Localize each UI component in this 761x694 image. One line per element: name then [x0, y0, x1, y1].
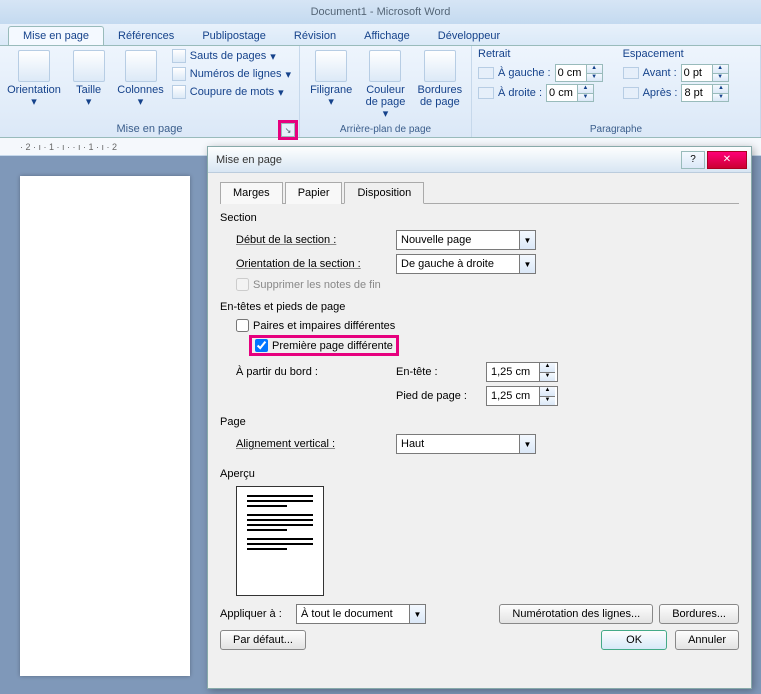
- hyphenation-icon: [172, 85, 186, 99]
- filigrane-button[interactable]: Filigrane▾: [306, 48, 356, 110]
- ribbon-tabs: Mise en page Références Publipostage Rév…: [0, 24, 761, 46]
- orientation-icon: [18, 50, 50, 82]
- debut-section-combo[interactable]: Nouvelle page▼: [396, 230, 536, 250]
- apartir-label: À partir du bord :: [236, 366, 396, 378]
- tab-papier[interactable]: Papier: [285, 182, 343, 204]
- app-titlebar: Document1 - Microsoft Word: [0, 0, 761, 24]
- coupure-button[interactable]: Coupure de mots ▾: [170, 84, 293, 100]
- page-borders-icon: [424, 50, 456, 82]
- chevron-down-icon[interactable]: ▼: [409, 605, 425, 623]
- colonnes-button[interactable]: Colonnes▾: [115, 48, 165, 110]
- orientation-section-label: Orientation de la section :: [236, 258, 396, 270]
- page-heading: Page: [220, 416, 739, 428]
- sauts-button[interactable]: Sauts de pages ▾: [170, 48, 293, 64]
- space-before-icon: [623, 67, 639, 79]
- numerotation-button[interactable]: Numérotation des lignes...: [499, 604, 653, 624]
- section-heading: Section: [220, 212, 739, 224]
- appliquer-combo[interactable]: À tout le document▼: [296, 604, 426, 624]
- retrait-heading: Retrait: [478, 48, 603, 60]
- pied-label: Pied de page :: [396, 390, 486, 402]
- numeros-button[interactable]: Numéros de lignes ▾: [170, 66, 293, 82]
- line-numbers-icon: [172, 67, 186, 81]
- tab-marges[interactable]: Marges: [220, 182, 283, 204]
- group-label-arriere-plan: Arrière-plan de page: [306, 122, 465, 137]
- bordures-button[interactable]: Bordures...: [659, 604, 739, 624]
- dialog-titlebar[interactable]: Mise en page ? ✕: [208, 147, 751, 173]
- page-color-icon: [369, 50, 401, 82]
- espacement-heading: Espacement: [623, 48, 730, 60]
- breaks-icon: [172, 49, 186, 63]
- taille-button[interactable]: Taille▾: [66, 48, 111, 110]
- premiere-page-checkbox[interactable]: [255, 339, 268, 352]
- par-defaut-button[interactable]: Par défaut...: [220, 630, 306, 650]
- annuler-button[interactable]: Annuler: [675, 630, 739, 650]
- tab-revision[interactable]: Révision: [280, 27, 350, 45]
- tab-publipostage[interactable]: Publipostage: [188, 27, 280, 45]
- orientation-section-combo[interactable]: De gauche à droite▼: [396, 254, 536, 274]
- space-after-icon: [623, 87, 639, 99]
- indent-right-spin[interactable]: ▲▼: [546, 84, 594, 102]
- tab-references[interactable]: Références: [104, 27, 188, 45]
- ok-button[interactable]: OK: [601, 630, 667, 650]
- supprimer-notes-checkbox: [236, 278, 249, 291]
- appliquer-label: Appliquer à :: [220, 608, 296, 620]
- dialog-title: Mise en page: [216, 154, 679, 166]
- couleur-page-button[interactable]: Couleur de page▾: [360, 48, 410, 122]
- group-label-mise-en-page: Mise en page ↘: [6, 121, 293, 137]
- alignement-combo[interactable]: Haut▼: [396, 434, 536, 454]
- indent-left-spin[interactable]: ▲▼: [555, 64, 603, 82]
- columns-icon: [125, 50, 157, 82]
- alignement-label: Alignement vertical :: [236, 438, 396, 450]
- group-arriere-plan: Filigrane▾ Couleur de page▾ Bordures de …: [300, 46, 472, 137]
- app-title: Document1 - Microsoft Word: [311, 6, 451, 18]
- chevron-down-icon[interactable]: ▼: [519, 231, 535, 249]
- debut-section-label: Début de la section :: [236, 234, 396, 246]
- entete-spin[interactable]: ▲▼: [486, 362, 558, 382]
- orientation-button[interactable]: Orientation▾: [6, 48, 62, 110]
- bordures-page-button[interactable]: Bordures de page: [415, 48, 465, 110]
- group-mise-en-page: Orientation▾ Taille▾ Colonnes▾ Sauts de …: [0, 46, 300, 137]
- chevron-down-icon[interactable]: ▼: [519, 435, 535, 453]
- space-before-spin[interactable]: ▲▼: [681, 64, 729, 82]
- paires-impaires-checkbox[interactable]: [236, 319, 249, 332]
- entete-label: En-tête :: [396, 366, 486, 378]
- tab-developpeur[interactable]: Développeur: [424, 27, 514, 45]
- close-button[interactable]: ✕: [707, 151, 747, 169]
- indent-right-icon: [478, 87, 494, 99]
- help-button[interactable]: ?: [681, 151, 705, 169]
- tab-affichage[interactable]: Affichage: [350, 27, 424, 45]
- document-page[interactable]: [20, 176, 190, 676]
- entetes-heading: En-têtes et pieds de page: [220, 301, 739, 313]
- group-paragraphe: Retrait À gauche : ▲▼ À droite : ▲▼ Espa…: [472, 46, 761, 137]
- apercu-heading: Aperçu: [220, 468, 739, 480]
- tab-mise-en-page[interactable]: Mise en page: [8, 26, 104, 45]
- ribbon: Orientation▾ Taille▾ Colonnes▾ Sauts de …: [0, 46, 761, 138]
- watermark-icon: [315, 50, 347, 82]
- page-setup-dialog: Mise en page ? ✕ Marges Papier Dispositi…: [207, 146, 752, 689]
- page-setup-launcher[interactable]: ↘: [281, 123, 295, 137]
- tab-disposition[interactable]: Disposition: [344, 182, 424, 204]
- pied-spin[interactable]: ▲▼: [486, 386, 558, 406]
- chevron-down-icon[interactable]: ▼: [519, 255, 535, 273]
- indent-left-icon: [478, 67, 494, 79]
- size-icon: [73, 50, 105, 82]
- dialog-tabs: Marges Papier Disposition: [220, 181, 739, 204]
- preview-thumbnail: [236, 486, 324, 596]
- group-label-paragraphe: Paragraphe: [478, 122, 754, 137]
- space-after-spin[interactable]: ▲▼: [681, 84, 729, 102]
